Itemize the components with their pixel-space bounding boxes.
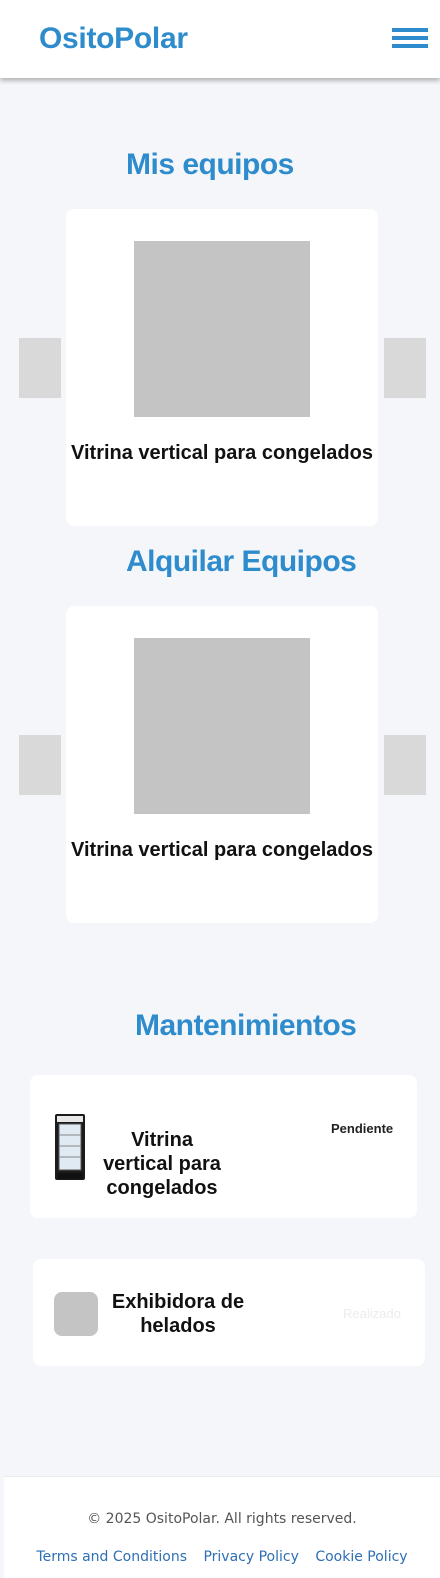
- top-navbar: OsitoPolar: [0, 0, 440, 78]
- menu-bar: [392, 36, 428, 40]
- hamburger-menu-icon[interactable]: [392, 28, 428, 48]
- copyright-text: © 2025 OsitoPolar. All rights reserved.: [87, 1511, 357, 1527]
- menu-bar: [392, 44, 428, 48]
- my-equipment-prev-button[interactable]: [19, 338, 61, 398]
- menu-bar: [392, 28, 428, 32]
- freezer-display-icon: [55, 1114, 85, 1180]
- equipment-image-placeholder: [134, 241, 310, 417]
- maintenance-item-name: Vitrina vertical para congelados: [103, 1129, 221, 1199]
- privacy-link[interactable]: Privacy Policy: [203, 1549, 298, 1565]
- rent-equipment-title: Alquilar Equipos: [126, 545, 357, 578]
- maintenance-item[interactable]: Exhibidora de helados Realizado: [33, 1259, 425, 1366]
- status-badge: Pendiente: [331, 1121, 394, 1136]
- my-equipment-title: Mis equipos: [126, 148, 294, 181]
- cookie-link[interactable]: Cookie Policy: [315, 1549, 407, 1565]
- equipment-name: Vitrina vertical para congelados: [71, 442, 373, 464]
- footer-links: Terms and Conditions Privacy Policy Cook…: [4, 1549, 440, 1565]
- maintenance-item[interactable]: Vitrina vertical para congelados Pendien…: [30, 1075, 417, 1218]
- brand-logo[interactable]: OsitoPolar: [39, 22, 188, 56]
- equipment-image-placeholder: [134, 638, 310, 814]
- maintenance-item-name: Exhibidora de helados: [111, 1291, 245, 1337]
- footer: © 2025 OsitoPolar. All rights reserved. …: [4, 1476, 440, 1578]
- rent-equipment-prev-button[interactable]: [19, 735, 61, 795]
- my-equipment-next-button[interactable]: [384, 338, 426, 398]
- image-placeholder-icon: [54, 1292, 98, 1336]
- rent-equipment-next-button[interactable]: [384, 735, 426, 795]
- equipment-name: Vitrina vertical para congelados: [71, 839, 373, 861]
- status-badge: Realizado: [343, 1306, 401, 1321]
- terms-link[interactable]: Terms and Conditions: [36, 1549, 187, 1565]
- maintenance-title: Mantenimientos: [135, 1009, 357, 1042]
- my-equipment-card[interactable]: Vitrina vertical para congelados: [66, 209, 378, 526]
- rent-equipment-card[interactable]: Vitrina vertical para congelados: [66, 606, 378, 923]
